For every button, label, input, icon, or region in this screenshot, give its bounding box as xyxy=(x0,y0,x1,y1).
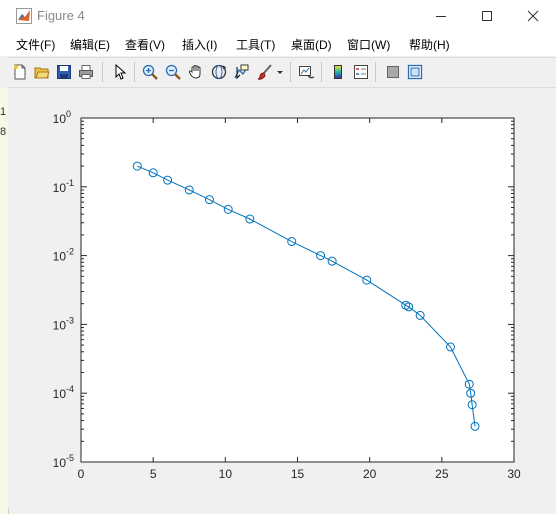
x-tick-label: 20 xyxy=(363,467,377,481)
close-icon xyxy=(527,10,539,22)
menu-edit[interactable]: 编辑(E) xyxy=(70,36,110,53)
close-button[interactable] xyxy=(510,0,556,32)
open-file-button[interactable] xyxy=(32,62,52,82)
y-tick-exponent: -5 xyxy=(66,453,74,463)
print-button[interactable] xyxy=(76,62,96,82)
hide-plot-tools-icon xyxy=(387,66,399,78)
menu-help[interactable]: 帮助(H) xyxy=(409,36,450,53)
figure-window: Figure 4 文件(F) 编辑(E) 查看(V) 插入(I) 工具(T) 桌… xyxy=(0,0,556,514)
plot-svg: 0 5 10 15 20 25 3010 -510 -410 -310 -210 -110 0 xyxy=(53,109,521,481)
x-tick-label: 10 xyxy=(219,467,233,481)
toolbar-separator xyxy=(375,62,376,82)
matlab-logo-icon xyxy=(16,8,32,24)
toolbar-separator xyxy=(321,62,322,82)
pan-button[interactable] xyxy=(186,62,206,82)
insert-legend-icon xyxy=(354,65,368,79)
link-plot-button[interactable] xyxy=(297,62,317,82)
y-tick-exponent: -3 xyxy=(66,315,74,325)
brush-button[interactable] xyxy=(255,62,275,82)
menu-tools[interactable]: 工具(T) xyxy=(236,36,275,53)
menu-bar: 文件(F) 编辑(E) 查看(V) 插入(I) 工具(T) 桌面(D) 窗口(W… xyxy=(0,32,556,56)
data-cursor-icon xyxy=(234,64,249,80)
hide-plot-tools-button[interactable] xyxy=(383,62,403,82)
zoom-in-button[interactable] xyxy=(140,62,160,82)
menu-file[interactable]: 文件(F) xyxy=(16,36,55,53)
menu-view[interactable]: 查看(V) xyxy=(125,36,165,53)
insert-colorbar-icon xyxy=(334,65,342,79)
insert-colorbar-button[interactable] xyxy=(328,62,348,82)
figure-canvas: 0 5 10 15 20 25 30 10 -5 10 -4 10 -3 10 -2 10 -1 10 0 xyxy=(8,88,556,508)
new-figure-icon xyxy=(14,64,26,80)
select-arrow-button[interactable] xyxy=(110,62,130,82)
figure-toolbar xyxy=(8,57,556,88)
y-tick-label: 10 xyxy=(53,318,67,332)
x-tick-label: 0 xyxy=(78,467,85,481)
rotate-3d-icon xyxy=(211,64,227,80)
brush-icon xyxy=(257,64,272,80)
select-arrow-icon xyxy=(115,64,127,80)
menu-window[interactable]: 窗口(W) xyxy=(347,36,390,53)
toolbar-separator xyxy=(134,62,135,82)
zoom-out-button[interactable] xyxy=(163,62,183,82)
x-tick-label: 15 xyxy=(291,467,305,481)
y-tick-exponent: -2 xyxy=(66,247,74,257)
show-plot-tools-button[interactable] xyxy=(405,62,425,82)
y-tick-exponent: -4 xyxy=(66,384,74,394)
save-icon xyxy=(57,65,71,79)
zoom-in-icon xyxy=(142,64,158,80)
rotate-3d-button[interactable] xyxy=(209,62,229,82)
maximize-icon xyxy=(482,11,492,21)
y-tick-label: 10 xyxy=(53,112,67,126)
pan-hand-icon xyxy=(188,64,201,79)
toolbar-separator xyxy=(102,62,103,82)
new-figure-button[interactable] xyxy=(10,62,30,82)
y-tick-label: 10 xyxy=(53,456,67,470)
toolbar-separator xyxy=(290,62,291,82)
data-cursor-button[interactable] xyxy=(232,62,252,82)
x-tick-label: 5 xyxy=(150,467,157,481)
y-tick-exponent: -1 xyxy=(66,178,74,188)
x-tick-label: 30 xyxy=(507,467,521,481)
minimize-icon xyxy=(436,16,446,17)
open-file-icon xyxy=(34,67,50,79)
zoom-out-icon xyxy=(165,64,181,80)
y-tick-exponent: 0 xyxy=(66,109,71,119)
menu-insert[interactable]: 插入(I) xyxy=(182,36,217,53)
brush-dropdown-button[interactable] xyxy=(275,62,285,82)
menu-desktop[interactable]: 桌面(D) xyxy=(291,36,332,53)
y-tick-label: 10 xyxy=(53,181,67,195)
brush-dropdown-icon xyxy=(277,71,283,74)
insert-legend-button[interactable] xyxy=(351,62,371,82)
show-plot-tools-icon xyxy=(407,64,423,80)
y-tick-label: 10 xyxy=(53,250,67,264)
y-tick-label: 10 xyxy=(53,387,67,401)
print-icon xyxy=(79,65,93,79)
title-bar[interactable]: Figure 4 xyxy=(0,0,556,32)
minimize-button[interactable] xyxy=(418,0,464,32)
link-plot-icon xyxy=(299,66,315,79)
window-title: Figure 4 xyxy=(37,8,85,23)
maximize-button[interactable] xyxy=(464,0,510,32)
x-tick-label: 25 xyxy=(435,467,449,481)
save-button[interactable] xyxy=(54,62,74,82)
